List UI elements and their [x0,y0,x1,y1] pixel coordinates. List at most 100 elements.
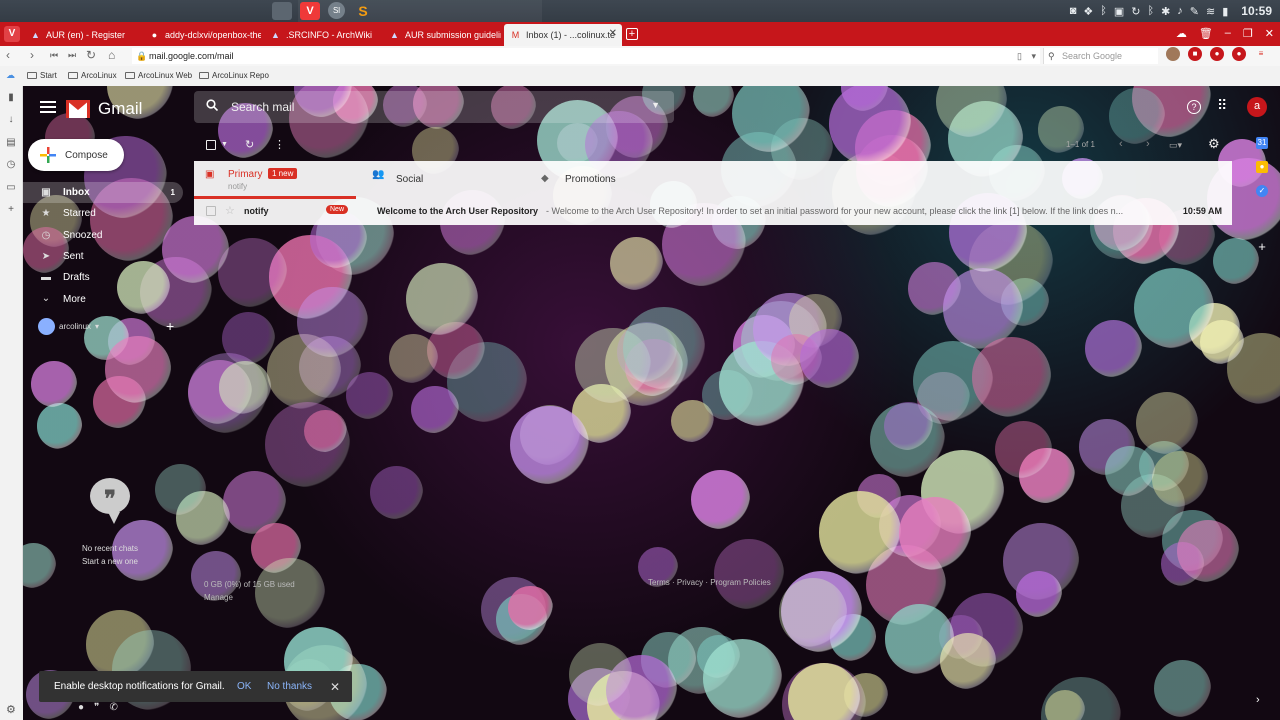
tasks-icon[interactable]: ✓ [1256,185,1268,197]
settings-gear-icon[interactable]: ⚙ [1208,136,1220,152]
bookmark-item[interactable]: ArcoLinux Web [125,71,192,80]
volume-icon[interactable]: ♪ [1177,5,1183,17]
new-conversation-button[interactable]: + [166,318,174,334]
browser-tab[interactable]: ▲ AUR submission guideline [383,24,501,46]
account-avatar[interactable]: a [1247,97,1267,117]
nav-item-drafts[interactable]: ▬ Drafts [23,267,183,288]
browser-tab[interactable]: ▲ AUR (en) - Register [24,24,142,46]
extension-icon[interactable]: ≡ [1254,47,1268,61]
expand-panel-icon[interactable]: › [1256,694,1260,706]
nav-item-snoozed[interactable]: ◷ Snoozed [23,225,183,246]
add-panel-icon[interactable]: + [5,204,17,216]
gmail-logo[interactable]: Gmail [66,99,142,119]
notes-panel-icon[interactable]: ▤ [5,137,17,149]
notes-icon[interactable]: ✎ [1190,5,1199,18]
reload-icon[interactable]: ↻ [86,48,96,62]
bookmark-item[interactable]: Start [27,71,57,80]
close-icon[interactable]: ✕ [609,28,617,39]
new-tab-button[interactable]: + [626,28,638,40]
tab-primary[interactable]: ▣ Primary 1 new notify [194,161,356,199]
browser-search-input[interactable]: ⚲ Search Google [1043,48,1158,64]
battery-icon[interactable]: ▮ [1222,5,1228,18]
vivaldi-icon[interactable]: V [300,2,320,20]
settings-icon[interactable]: ⚙ [6,703,16,716]
history-panel-icon[interactable]: ◷ [5,159,17,171]
profile-avatar[interactable] [1166,47,1180,61]
sublime-icon[interactable]: S [353,2,373,20]
more-options-icon[interactable]: ⋮ [274,138,285,151]
email-row[interactable]: ☆ notify New Welcome to the Arch User Re… [194,200,1232,222]
select-dropdown-icon[interactable]: ▼ [221,141,228,148]
cloud-icon[interactable]: ☁ [1176,27,1187,40]
rewind-icon[interactable]: ⏮ [50,50,58,61]
extension-icon[interactable]: ● [1210,47,1224,61]
clock[interactable]: 10:59 [1241,4,1272,18]
hangouts-user[interactable]: arcolinux ▾ [38,318,99,335]
close-window-button[interactable]: ✕ [1265,27,1274,40]
bookmarks-panel-icon[interactable]: ▮ [5,92,17,104]
start-chat-link[interactable]: Start a new one [70,555,150,568]
files-icon[interactable] [272,2,292,20]
settings-icon[interactable]: ✱ [1161,5,1170,18]
ok-button[interactable]: OK [237,681,251,692]
chevron-down-icon[interactable]: ▾ [1031,48,1036,64]
dropbox-icon[interactable]: ❖ [1083,5,1093,18]
browser-tab-active[interactable]: M Inbox (1) - ...colinux.te ✕ [504,24,622,46]
forward-icon[interactable]: › [30,48,34,62]
sl-icon[interactable]: Sl [328,2,345,19]
person-icon[interactable]: ● [78,702,84,713]
tab-social[interactable]: 👥 Social [364,161,534,199]
trash-icon[interactable]: 🗑 [1199,27,1213,40]
back-icon[interactable]: ‹ [6,48,10,62]
no-thanks-button[interactable]: No thanks [267,681,312,692]
screen-icon[interactable]: ▣ [1114,5,1124,18]
footer-links[interactable]: Terms · Privacy · Program Policies [648,578,771,587]
browser-tab[interactable]: ▲ .SRCINFO - ArchWiki [264,24,382,46]
keep-icon[interactable]: ● [1256,161,1268,173]
extension-icon[interactable]: ■ [1188,47,1202,61]
minimize-button[interactable]: – [1225,27,1231,39]
search-mail-input[interactable]: Search mail ▼ [194,91,674,123]
search-options-icon[interactable]: ▼ [651,100,660,110]
star-icon[interactable]: ☆ [225,204,235,217]
phone-icon[interactable]: ✆ [109,702,117,713]
camera-icon[interactable]: ◙ [1070,5,1077,17]
maximize-button[interactable]: ❐ [1243,27,1253,40]
add-addon-icon[interactable]: + [1256,240,1268,253]
main-menu-icon[interactable] [40,101,56,115]
next-page-icon[interactable]: › [1146,138,1150,150]
home-icon[interactable]: ⌂ [108,48,115,62]
compose-button[interactable]: Compose [28,139,124,171]
hangouts-icon[interactable]: ❞ [94,702,99,713]
nav-item-sent[interactable]: ➤ Sent [23,246,183,267]
nav-item-inbox[interactable]: ▣ Inbox 1 [23,182,183,204]
nav-item-more[interactable]: ⌄ More [23,288,183,309]
row-checkbox[interactable] [206,206,216,216]
refresh-icon[interactable]: ↻ [245,138,254,151]
url-field[interactable]: 🔒 mail.google.com/mail ▯ ▾ [132,48,1040,64]
nav-item-starred[interactable]: ★ Starred [23,203,183,224]
browser-tab[interactable]: ● addy-dclxvi/openbox-them [143,24,261,46]
fast-forward-icon[interactable]: ⏭ [68,50,76,61]
window-panel-icon[interactable]: ▭ [5,182,17,194]
calendar-icon[interactable]: 31 [1256,137,1268,149]
bookmark-item[interactable]: ArcoLinux [68,71,117,80]
extension-icon[interactable]: ☰ [1276,47,1280,61]
wifi-icon[interactable]: ≋ [1206,5,1215,18]
apps-grid-icon[interactable]: ⠿ [1217,97,1227,114]
select-all-checkbox[interactable] [206,140,216,150]
manage-storage-link[interactable]: Manage [204,591,295,604]
help-icon[interactable]: ? [1187,100,1201,114]
tab-promotions[interactable]: ◆ Promotions [534,161,704,199]
bookmark-item[interactable]: ArcoLinux Repo [199,71,269,80]
extension-icon[interactable]: ● [1232,47,1246,61]
downloads-panel-icon[interactable]: ↓ [5,114,17,126]
sync-icon[interactable]: ↻ [1131,5,1140,18]
bluetooth-icon[interactable]: ᛒ [1100,5,1107,17]
close-icon[interactable]: ✕ [330,680,340,694]
bookmark-icon[interactable]: ▯ [1017,48,1022,64]
input-tools-icon[interactable]: ▭▾ [1169,140,1182,151]
prev-page-icon[interactable]: ‹ [1119,138,1123,150]
vivaldi-menu-button[interactable]: V [4,26,20,42]
bluetooth-icon[interactable]: ᛒ [1147,5,1154,17]
